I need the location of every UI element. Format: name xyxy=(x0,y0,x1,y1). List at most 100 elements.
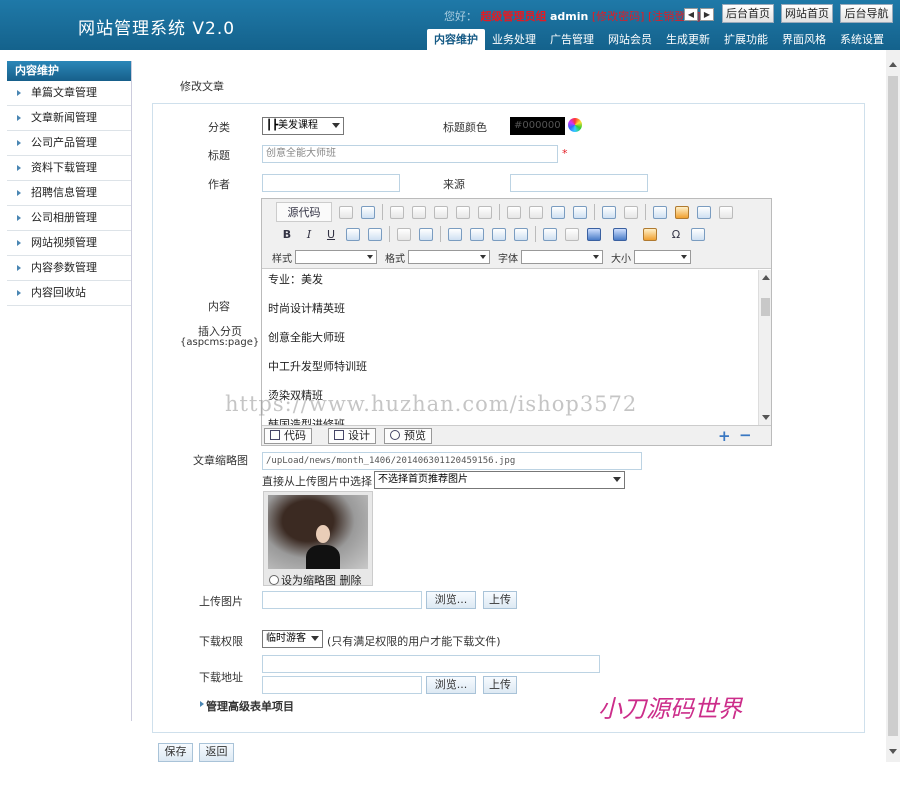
source-code-button[interactable]: 源代码 xyxy=(276,202,332,222)
italic-icon[interactable]: I xyxy=(298,224,320,244)
format-label: 格式 xyxy=(385,253,405,265)
maximize-icon[interactable] xyxy=(687,224,709,244)
align-center-icon[interactable] xyxy=(466,224,488,244)
tab-style[interactable]: 界面风格 xyxy=(775,29,833,50)
paste-icon[interactable] xyxy=(430,202,452,222)
bg-color-icon[interactable] xyxy=(635,224,665,244)
sidebar-item-single-article[interactable]: 单篇文章管理 xyxy=(7,81,131,106)
sidebar-item-recycle[interactable]: 内容回收站 xyxy=(7,281,131,306)
browse-button-2[interactable]: 浏览... xyxy=(426,676,476,694)
tab-extensions[interactable]: 扩展功能 xyxy=(717,29,775,50)
thumb-preview: 设为缩略图 删除 xyxy=(263,491,373,587)
sidebar: 内容维护 单篇文章管理 文章新闻管理 公司产品管理 资料下载管理 招聘信息管理 … xyxy=(7,61,132,721)
site-home-button[interactable]: 网站首页 xyxy=(781,4,833,23)
title-input[interactable]: 创意全能大师班 xyxy=(262,145,558,163)
thumb-pick-select[interactable]: 不选择首页推荐图片 xyxy=(374,471,625,489)
sidebar-item-news[interactable]: 文章新闻管理 xyxy=(7,106,131,131)
undo-icon[interactable] xyxy=(503,202,525,222)
tab-business[interactable]: 业务处理 xyxy=(485,29,543,50)
select-all-icon[interactable] xyxy=(598,202,620,222)
next-arrow-icon[interactable]: ▶ xyxy=(700,8,714,21)
link-icon[interactable] xyxy=(539,224,561,244)
cut-icon[interactable] xyxy=(386,202,408,222)
upload-file-input[interactable] xyxy=(262,591,422,609)
code-icon xyxy=(270,430,280,440)
style-select[interactable] xyxy=(295,250,377,264)
delete-thumb-link[interactable]: 删除 xyxy=(340,574,362,587)
copy-icon[interactable] xyxy=(408,202,430,222)
sidebar-item-videos[interactable]: 网站视频管理 xyxy=(7,231,131,256)
horizontal-rule-icon[interactable] xyxy=(715,202,737,222)
eraser-icon[interactable] xyxy=(620,202,642,222)
find-icon[interactable] xyxy=(547,202,569,222)
image-icon[interactable] xyxy=(649,202,671,222)
flash-icon[interactable] xyxy=(671,202,693,222)
special-char-icon[interactable]: Ω xyxy=(665,224,687,244)
sidebar-item-params[interactable]: 内容参数管理 xyxy=(7,256,131,281)
upload-button-2[interactable]: 上传 xyxy=(483,676,517,694)
outdent-icon[interactable] xyxy=(393,224,415,244)
replace-icon[interactable] xyxy=(569,202,591,222)
align-right-icon[interactable] xyxy=(488,224,510,244)
upload-button[interactable]: 上传 xyxy=(483,591,517,609)
anchor-icon[interactable] xyxy=(583,224,605,244)
bullet-list-icon[interactable] xyxy=(364,224,386,244)
save-button[interactable]: 保存 xyxy=(158,743,193,762)
browse-button[interactable]: 浏览... xyxy=(426,591,476,609)
page-break-code[interactable]: {aspcms:page} xyxy=(180,337,259,348)
tab-ads[interactable]: 广告管理 xyxy=(543,29,601,50)
new-page-icon[interactable] xyxy=(335,202,357,222)
tab-generate[interactable]: 生成更新 xyxy=(659,29,717,50)
code-mode-button[interactable]: 代码 xyxy=(264,428,312,444)
sidebar-item-jobs[interactable]: 招聘信息管理 xyxy=(7,181,131,206)
redo-icon[interactable] xyxy=(525,202,547,222)
design-mode-button[interactable]: 设计 xyxy=(328,428,376,444)
tab-content[interactable]: 内容维护 xyxy=(427,29,485,50)
prev-arrow-icon[interactable]: ◀ xyxy=(684,8,698,21)
source-input[interactable] xyxy=(510,174,648,192)
align-left-icon[interactable] xyxy=(444,224,466,244)
back-button[interactable]: 返回 xyxy=(199,743,234,762)
shrink-editor-icon[interactable]: − xyxy=(739,426,752,444)
table-icon[interactable] xyxy=(693,202,715,222)
sidebar-item-downloads[interactable]: 资料下载管理 xyxy=(7,156,131,181)
thumb-path-input[interactable]: /upLoad/news/month_1406/2014063011204591… xyxy=(262,452,642,470)
advanced-toggle[interactable]: 管理高级表单项目 xyxy=(206,698,294,714)
arrow-right-icon xyxy=(17,240,21,246)
author-input[interactable] xyxy=(262,174,400,192)
download-file-input[interactable] xyxy=(262,676,422,694)
size-select[interactable] xyxy=(634,250,691,264)
unlink-icon[interactable] xyxy=(561,224,583,244)
indent-icon[interactable] xyxy=(415,224,437,244)
set-thumb-radio[interactable] xyxy=(269,575,279,585)
tab-members[interactable]: 网站会员 xyxy=(601,29,659,50)
text-color-icon[interactable] xyxy=(605,224,635,244)
bold-icon[interactable]: B xyxy=(276,224,298,244)
content-label: 内容 xyxy=(208,300,230,313)
admin-nav-button[interactable]: 后台导航 xyxy=(840,4,893,23)
arrow-right-icon xyxy=(17,265,21,271)
color-picker-icon[interactable] xyxy=(568,118,582,132)
font-select[interactable] xyxy=(521,250,603,264)
title-color-input[interactable]: #000000 xyxy=(510,117,565,135)
admin-home-button[interactable]: 后台首页 xyxy=(722,4,774,23)
expand-editor-icon[interactable]: + xyxy=(718,427,731,445)
paste-text-icon[interactable] xyxy=(452,202,474,222)
download-url-input[interactable] xyxy=(262,655,600,673)
sidebar-item-albums[interactable]: 公司相册管理 xyxy=(7,206,131,231)
category-select[interactable]: ┃┣美发课程 xyxy=(262,117,344,135)
ordered-list-icon[interactable] xyxy=(342,224,364,244)
editor-scrollbar[interactable] xyxy=(758,270,771,425)
paste-word-icon[interactable] xyxy=(474,202,496,222)
tab-settings[interactable]: 系统设置 xyxy=(833,29,891,50)
download-perm-select[interactable]: 临时游客 xyxy=(262,630,323,648)
underline-icon[interactable]: U xyxy=(320,224,342,244)
format-select[interactable] xyxy=(408,250,490,264)
align-justify-icon[interactable] xyxy=(510,224,532,244)
preview-mode-button[interactable]: 预览 xyxy=(384,428,432,444)
sidebar-item-products[interactable]: 公司产品管理 xyxy=(7,131,131,156)
sidebar-title: 内容维护 xyxy=(7,61,131,81)
page-scrollbar[interactable] xyxy=(886,50,900,762)
set-thumb-label[interactable]: 设为缩略图 xyxy=(281,574,336,587)
preview-page-icon[interactable] xyxy=(357,202,379,222)
